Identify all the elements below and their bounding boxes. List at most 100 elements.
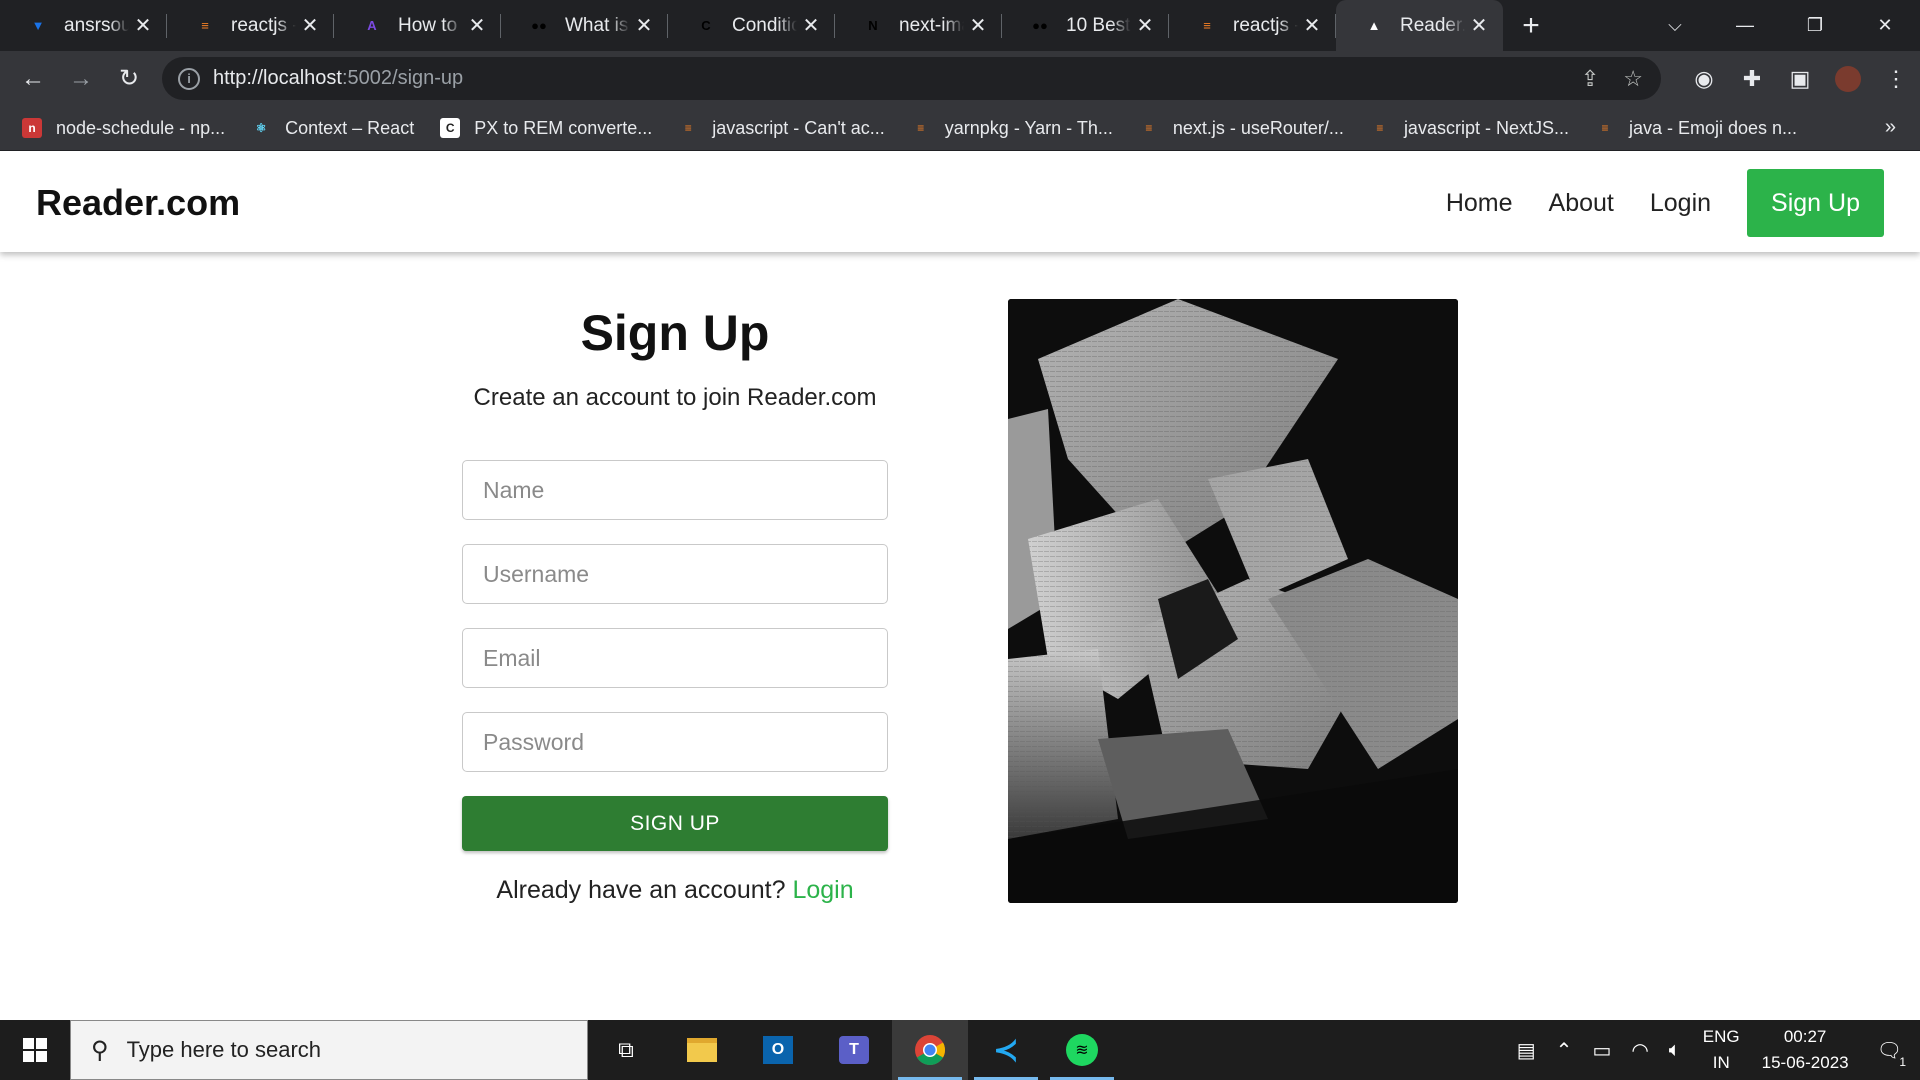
language-indicator[interactable]: ENG IN xyxy=(1703,1024,1740,1076)
bookmark-item[interactable]: ⚛ Context – React xyxy=(251,118,414,139)
search-placeholder: Type here to search xyxy=(126,1037,322,1062)
email-input[interactable] xyxy=(462,628,888,688)
battery-icon[interactable]: ▭ xyxy=(1592,1038,1611,1063)
taskbar-search[interactable]: ⚲ Type here to search xyxy=(70,1020,588,1080)
bookmark-favicon-icon: ≡ xyxy=(917,121,925,135)
windows-logo-icon xyxy=(23,1038,47,1062)
bookmark-item[interactable]: ≡ next.js - useRouter/... xyxy=(1139,118,1344,139)
browser-tab[interactable]: A How to us✕ xyxy=(334,0,501,51)
password-input[interactable] xyxy=(462,712,888,772)
back-button[interactable]: ← xyxy=(9,55,57,103)
browser-tab[interactable]: ▲ Reader.co✕ xyxy=(1336,0,1503,51)
file-explorer-icon[interactable] xyxy=(664,1020,740,1080)
volume-icon[interactable]: 🔈︎ xyxy=(1669,1039,1681,1062)
brand-logo[interactable]: Reader.com xyxy=(36,182,240,224)
clock[interactable]: 00:27 15-06-2023 xyxy=(1762,1024,1849,1076)
forward-button[interactable]: → xyxy=(57,55,105,103)
browser-tab[interactable]: ●● 10 Best R✕ xyxy=(1002,0,1169,51)
browser-tab[interactable]: ≡ reactjs - I✕ xyxy=(167,0,334,51)
reload-button[interactable]: ↻ xyxy=(105,55,153,103)
window-controls: ⌵ — ❐ ✕ xyxy=(1640,0,1920,51)
tab-close-icon[interactable]: ✕ xyxy=(1469,13,1489,38)
url-text[interactable]: http://localhost:5002/sign-up xyxy=(213,67,463,90)
bookmark-item[interactable]: n node-schedule - np... xyxy=(22,118,225,139)
browser-tab[interactable]: ●● What is F✕ xyxy=(501,0,668,51)
extensions-puzzle-icon[interactable]: ✚ xyxy=(1728,66,1776,92)
bookmark-item[interactable]: C PX to REM converte... xyxy=(440,118,652,139)
tab-close-icon[interactable]: ✕ xyxy=(1302,13,1322,38)
wifi-icon[interactable]: ◠ xyxy=(1631,1038,1648,1063)
username-input[interactable] xyxy=(462,544,888,604)
vscode-icon[interactable]: ≺ xyxy=(968,1020,1044,1080)
nav-home-link[interactable]: Home xyxy=(1446,189,1513,218)
page-title: Sign Up xyxy=(580,305,770,361)
login-prompt-text: Already have an account? xyxy=(496,876,786,904)
side-panel-icon[interactable]: ▣ xyxy=(1776,66,1824,92)
bookmarks-overflow-icon[interactable]: » xyxy=(1885,116,1896,139)
url-path: :5002/sign-up xyxy=(341,67,464,89)
notification-icon[interactable]: 🗨︎ 1 xyxy=(1877,1038,1906,1069)
tab-close-icon[interactable]: ✕ xyxy=(801,13,821,38)
arrow-left-icon: ← xyxy=(21,64,45,92)
address-bar[interactable]: i http://localhost:5002/sign-up ⇪ ☆ xyxy=(162,57,1661,100)
bookmarks-bar: n node-schedule - np... ⚛ Context – React C P… xyxy=(0,106,1920,151)
bookmark-star-icon[interactable]: ☆ xyxy=(1623,66,1643,92)
task-view-icon[interactable]: ⧉ xyxy=(588,1020,664,1080)
bookmark-favicon-icon: ≡ xyxy=(1601,121,1609,135)
bookmark-label: node-schedule - np... xyxy=(56,117,226,138)
bookmark-favicon-icon: C xyxy=(440,118,461,138)
tab-close-icon[interactable]: ✕ xyxy=(467,13,487,38)
browser-tab[interactable]: Nnext-ima✕ xyxy=(835,0,1002,51)
browser-tab[interactable]: C Conditio ✕ xyxy=(668,0,835,51)
news-widget-icon[interactable]: ▤ xyxy=(1517,1038,1536,1063)
bookmark-favicon-icon: ⚛ xyxy=(255,121,267,135)
nav-signup-button[interactable]: Sign Up xyxy=(1747,169,1884,237)
extension-avatar-icon[interactable]: ◉ xyxy=(1680,66,1728,92)
menu-kebab-icon[interactable]: ⋮ xyxy=(1872,66,1920,92)
tab-close-icon[interactable]: ✕ xyxy=(968,13,988,38)
tab-title: reactjs - ( xyxy=(1233,14,1298,36)
tab-close-icon[interactable]: ✕ xyxy=(133,13,153,38)
new-tab-button[interactable]: + xyxy=(1503,0,1559,51)
tab-list: ▼ansrsource✕≡reactjs - I✕AHow to us✕●●Wh… xyxy=(0,0,1503,51)
clock-date: 15-06-2023 xyxy=(1761,1053,1849,1072)
browser-tab-strip: ▼ansrsource✕≡reactjs - I✕AHow to us✕●●Wh… xyxy=(0,0,1920,51)
browser-toolbar: ← → ↻ i http://localhost:5002/sign-up ⇪ … xyxy=(0,51,1920,106)
tab-close-icon[interactable]: ✕ xyxy=(634,13,654,38)
browser-tab[interactable]: ▼ ansrsource✕ xyxy=(0,0,167,51)
bookmark-label: Context – React xyxy=(285,117,415,138)
close-window-button[interactable]: ✕ xyxy=(1850,15,1920,36)
spotify-icon[interactable]: ≋ xyxy=(1044,1020,1120,1080)
tab-search-chevron-icon[interactable]: ⌵ xyxy=(1640,15,1710,36)
tab-title: How to us xyxy=(398,14,463,36)
language-code: ENG xyxy=(1702,1027,1740,1046)
bookmark-item[interactable]: ≡ java - Emoji does n... xyxy=(1595,118,1797,139)
site-info-icon[interactable]: i xyxy=(178,67,200,90)
bookmark-item[interactable]: ≡ javascript - Can't ac... xyxy=(678,118,885,139)
nav-login-link[interactable]: Login xyxy=(1650,189,1711,218)
bookmark-item[interactable]: ≡ yarnpkg - Yarn - Th... xyxy=(911,118,1113,139)
signup-submit-button[interactable]: SIGN UP xyxy=(462,796,888,851)
arrow-right-icon: → xyxy=(69,64,93,92)
minimize-button[interactable]: — xyxy=(1710,15,1780,36)
chrome-icon[interactable] xyxy=(892,1020,968,1080)
profile-avatar[interactable] xyxy=(1824,65,1872,93)
tab-favicon-icon: ▲ xyxy=(1367,18,1381,33)
outlook-icon[interactable]: O xyxy=(740,1020,816,1080)
restore-button[interactable]: ❐ xyxy=(1780,15,1850,36)
teams-icon[interactable]: T xyxy=(816,1020,892,1080)
windows-taskbar: ⚲ Type here to search ⧉ O T ≺ ≋ ▤ ⌃ ▭ ◠ … xyxy=(0,1020,1920,1080)
tab-close-icon[interactable]: ✕ xyxy=(1135,13,1155,38)
bookmark-item[interactable]: ≡ javascript - NextJS... xyxy=(1370,118,1569,139)
nav-about-link[interactable]: About xyxy=(1549,189,1614,218)
page-subtitle: Create an account to join Reader.com xyxy=(473,384,877,411)
login-link[interactable]: Login xyxy=(792,876,853,904)
browser-tab[interactable]: ≡ reactjs - (✕ xyxy=(1169,0,1336,51)
tab-close-icon[interactable]: ✕ xyxy=(300,13,320,38)
chevron-up-icon[interactable]: ⌃ xyxy=(1556,1038,1573,1063)
bookmark-list: n node-schedule - np... ⚛ Context – React C P… xyxy=(22,118,1823,139)
name-input[interactable] xyxy=(462,460,888,520)
share-icon[interactable]: ⇪ xyxy=(1581,66,1599,92)
bookmark-label: javascript - NextJS... xyxy=(1403,117,1569,138)
start-button[interactable] xyxy=(0,1020,70,1080)
